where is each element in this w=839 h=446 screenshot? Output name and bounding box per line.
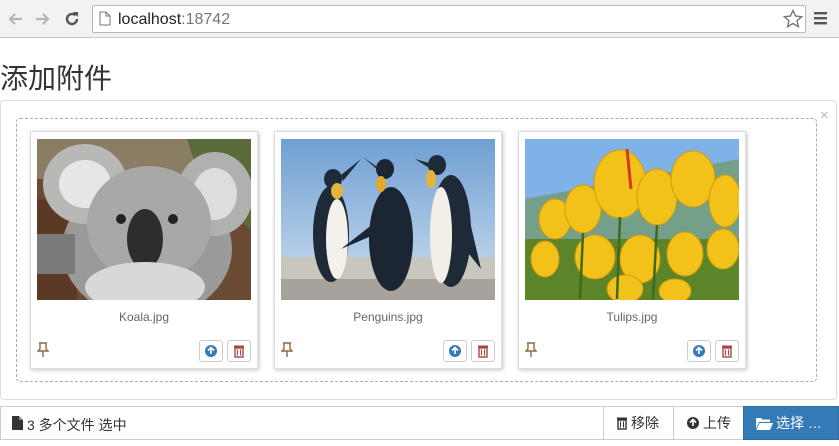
file-preview-card-koala: Koala.jpg: [30, 131, 258, 369]
file-preview-card-penguins: Penguins.jpg: [274, 131, 502, 369]
drag-handle-icon[interactable]: [524, 342, 538, 363]
penguins-thumbnail: [281, 139, 495, 300]
page-title: 添加附件: [0, 62, 113, 95]
menu-icon[interactable]: [813, 11, 829, 30]
upload-file-button[interactable]: [199, 340, 223, 362]
delete-file-button[interactable]: [471, 340, 495, 362]
remove-button-label: 移除: [631, 415, 659, 431]
koala-thumbnail: [37, 139, 251, 300]
close-icon[interactable]: ×: [820, 107, 829, 124]
caption-text: 3 多个文件 选中: [27, 417, 127, 433]
browser-toolbar: localhost:18742: [0, 0, 839, 38]
drag-handle-icon[interactable]: [280, 342, 294, 363]
folder-open-icon: [756, 417, 773, 430]
upload-icon: [205, 345, 217, 357]
delete-file-button[interactable]: [715, 340, 739, 362]
drag-handle-icon[interactable]: [36, 342, 50, 363]
trash-icon: [234, 345, 244, 358]
upload-file-button[interactable]: [443, 340, 467, 362]
trash-icon: [617, 417, 627, 430]
trash-icon: [722, 345, 732, 358]
upload-icon: [693, 345, 705, 357]
file-name: Koala.jpg: [118, 310, 170, 324]
tulips-thumbnail: [525, 139, 739, 300]
remove-button[interactable]: 移除: [603, 406, 674, 440]
trash-icon: [478, 345, 488, 358]
browse-button-label: 选择 …: [776, 415, 822, 431]
forward-arrow-icon[interactable]: [33, 9, 53, 29]
file-icon: [12, 416, 23, 435]
file-name: Tulips.jpg: [606, 310, 658, 324]
back-arrow-icon[interactable]: [5, 9, 25, 29]
file-name: Penguins.jpg: [353, 310, 423, 324]
reload-icon[interactable]: [62, 9, 82, 29]
file-preview-card-tulips: Tulips.jpg: [518, 131, 746, 369]
url-text[interactable]: localhost:18742: [118, 11, 230, 29]
browse-button[interactable]: 选择 …: [743, 406, 839, 440]
upload-icon: [449, 345, 461, 357]
delete-file-button[interactable]: [227, 340, 251, 362]
file-caption: 3 多个文件 选中: [0, 406, 603, 440]
upload-button-label: 上传: [703, 415, 731, 431]
page-icon: [99, 11, 111, 31]
upload-icon: [687, 417, 699, 429]
upload-file-button[interactable]: [687, 340, 711, 362]
address-bar[interactable]: localhost:18742: [92, 5, 806, 33]
upload-button[interactable]: 上传: [673, 406, 744, 440]
star-icon[interactable]: [782, 8, 804, 34]
